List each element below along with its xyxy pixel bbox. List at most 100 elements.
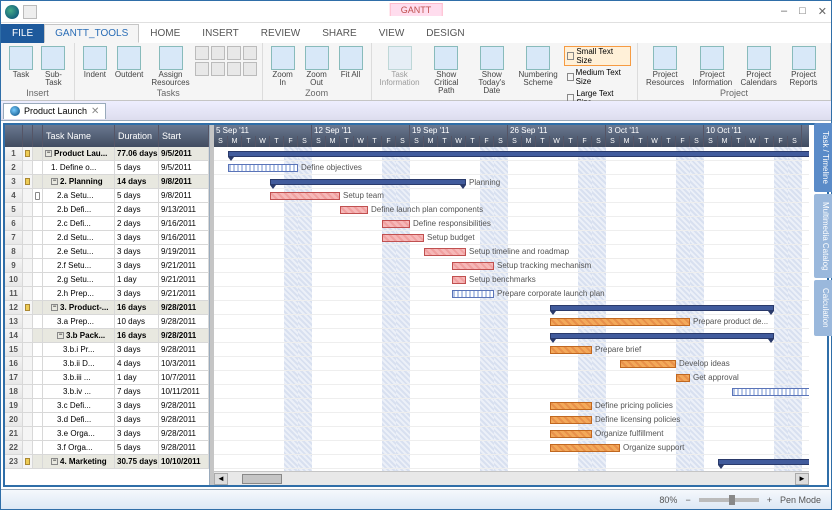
maximize-button[interactable]: □ bbox=[799, 5, 806, 18]
zoom-out-button[interactable]: Zoom Out bbox=[299, 45, 335, 88]
scroll-right-button[interactable]: ► bbox=[795, 473, 809, 485]
grid-row[interactable]: 62.c Defi...2 days9/16/2011 bbox=[5, 217, 209, 231]
task-button[interactable]: Task bbox=[5, 45, 37, 80]
close-button[interactable]: ✕ bbox=[818, 5, 827, 18]
gantt-bar[interactable]: Develop ideas bbox=[620, 360, 676, 368]
project-info-button[interactable]: Project Information bbox=[688, 45, 736, 88]
gantt-bar[interactable] bbox=[228, 151, 809, 157]
collapse-toggle[interactable]: − bbox=[45, 150, 52, 157]
side-tab-multimedia-catalog[interactable]: Multimedia Catalog bbox=[814, 194, 832, 278]
zoom-in-button[interactable]: + bbox=[767, 495, 772, 505]
grid-row[interactable]: 52.b Defi...2 days9/13/2011 bbox=[5, 203, 209, 217]
grid-row[interactable]: 112.h Prep...3 days9/21/2011 bbox=[5, 287, 209, 301]
tab-share[interactable]: SHARE bbox=[311, 24, 367, 43]
grid-row[interactable]: 133.a Prep...10 days9/28/2011 bbox=[5, 315, 209, 329]
subtask-button[interactable]: Sub-Task bbox=[37, 45, 70, 88]
pen-mode-button[interactable]: Pen Mode bbox=[780, 495, 821, 505]
tab-review[interactable]: REVIEW bbox=[250, 24, 311, 43]
gantt-bar[interactable]: Prepare brief bbox=[550, 346, 592, 354]
grid-row[interactable]: 223.f Orga...5 days9/28/2011 bbox=[5, 441, 209, 455]
grid-row[interactable]: 1−Product Lau...77.06 days9/5/2011 bbox=[5, 147, 209, 161]
col-duration[interactable]: Duration bbox=[115, 125, 159, 147]
grid-row[interactable]: 173.b.iii ...1 day10/7/2011 bbox=[5, 371, 209, 385]
grid-row[interactable]: 42.a Setu...5 days9/8/2011 bbox=[5, 189, 209, 203]
indent-button[interactable]: Indent bbox=[79, 45, 111, 80]
task-info-button[interactable]: Task Information bbox=[376, 45, 424, 88]
mini-btn[interactable] bbox=[211, 62, 225, 76]
grid-row[interactable]: 92.f Setu...3 days9/21/2011 bbox=[5, 259, 209, 273]
gantt-bar[interactable]: Define launch plan components bbox=[340, 206, 368, 214]
grid-row[interactable]: 183.b.iv ...7 days10/11/2011 bbox=[5, 385, 209, 399]
mini-btn[interactable] bbox=[195, 62, 209, 76]
project-resources-button[interactable]: Project Resources bbox=[642, 45, 688, 88]
tab-file[interactable]: FILE bbox=[1, 24, 44, 43]
grid-row[interactable]: 213.e Orga...3 days9/28/2011 bbox=[5, 427, 209, 441]
scroll-left-button[interactable]: ◄ bbox=[214, 473, 228, 485]
mini-btn[interactable] bbox=[227, 46, 241, 60]
grid-row[interactable]: 21. Define o...5 days9/5/2011 bbox=[5, 161, 209, 175]
critical-path-button[interactable]: Show Critical Path bbox=[424, 45, 469, 96]
gantt-bar[interactable]: Define objectives bbox=[228, 164, 298, 172]
mini-btn[interactable] bbox=[243, 62, 257, 76]
assign-resources-button[interactable]: Assign Resources bbox=[147, 45, 193, 88]
grid-row[interactable]: 23−4. Marketing30.75 days10/10/2011 bbox=[5, 455, 209, 469]
fit-all-button[interactable]: Fit All bbox=[335, 45, 367, 80]
gantt-bar[interactable] bbox=[732, 388, 809, 396]
outdent-button[interactable]: Outdent bbox=[111, 45, 147, 80]
tab-home[interactable]: HOME bbox=[139, 24, 191, 43]
project-reports-button[interactable]: Project Reports bbox=[781, 45, 826, 88]
grid-row[interactable]: 163.b.ii D...4 days10/3/2011 bbox=[5, 357, 209, 371]
gantt-bar[interactable]: Organize support bbox=[550, 444, 620, 452]
col-task-name[interactable]: Task Name bbox=[43, 125, 115, 147]
tab-gantt-tools[interactable]: GANTT_TOOLS bbox=[44, 24, 139, 43]
gantt-bar[interactable] bbox=[718, 459, 809, 465]
col-start[interactable]: Start bbox=[159, 125, 209, 147]
chart-scrollbar[interactable]: ◄ ► bbox=[214, 471, 809, 485]
gantt-bar[interactable]: Prepare product de... bbox=[550, 318, 690, 326]
gantt-bar[interactable]: Setup benchmarks bbox=[452, 276, 466, 284]
mini-btn[interactable] bbox=[195, 46, 209, 60]
medium-text-option[interactable]: Medium Text Size bbox=[564, 67, 631, 87]
grid-row[interactable]: 12−3. Product-...16 days9/28/2011 bbox=[5, 301, 209, 315]
mini-btn[interactable] bbox=[227, 62, 241, 76]
today-button[interactable]: Show Today's Date bbox=[469, 45, 514, 96]
gantt-bar[interactable]: Planning bbox=[270, 179, 466, 185]
grid-row[interactable]: 72.d Setu...3 days9/16/2011 bbox=[5, 231, 209, 245]
grid-row[interactable]: 153.b.i Pr...3 days9/28/2011 bbox=[5, 343, 209, 357]
gantt-bar[interactable]: Define licensing policies bbox=[550, 416, 592, 424]
gantt-bar[interactable]: Setup timeline and roadmap bbox=[424, 248, 466, 256]
zoom-slider[interactable] bbox=[699, 498, 759, 502]
side-tab-calculation[interactable]: Calculation bbox=[814, 280, 832, 336]
gantt-bar[interactable] bbox=[550, 333, 774, 339]
scroll-thumb[interactable] bbox=[242, 474, 282, 484]
gantt-bar[interactable]: Define responsibilities bbox=[382, 220, 410, 228]
zoom-out-button[interactable]: − bbox=[685, 495, 690, 505]
numbering-scheme-button[interactable]: Numbering Scheme bbox=[515, 45, 562, 88]
doc-indicator-icon[interactable] bbox=[23, 5, 37, 19]
gantt-bar[interactable]: Organize fulfillment bbox=[550, 430, 592, 438]
gantt-bar[interactable]: Define pricing policies bbox=[550, 402, 592, 410]
minimize-button[interactable]: ‒ bbox=[781, 5, 787, 18]
gantt-bar[interactable]: Prepare corporate launch plan bbox=[452, 290, 494, 298]
gantt-bar[interactable]: Get approval bbox=[676, 374, 690, 382]
document-tab-active[interactable]: Product Launch ✕ bbox=[3, 103, 106, 119]
collapse-toggle[interactable]: − bbox=[51, 304, 58, 311]
zoom-in-button[interactable]: Zoom In bbox=[267, 45, 299, 88]
gantt-bar[interactable] bbox=[550, 305, 774, 311]
grid-row[interactable]: 3−2. Planning14 days9/8/2011 bbox=[5, 175, 209, 189]
project-calendars-button[interactable]: Project Calendars bbox=[736, 45, 781, 88]
collapse-toggle[interactable]: − bbox=[51, 178, 58, 185]
side-tab-task-timeline[interactable]: Task / Timeline bbox=[814, 123, 832, 192]
tab-view[interactable]: VIEW bbox=[368, 24, 416, 43]
gantt-bar[interactable]: Setup budget bbox=[382, 234, 424, 242]
grid-row[interactable]: 14−3.b Pack...16 days9/28/2011 bbox=[5, 329, 209, 343]
gantt-bar[interactable]: Setup team bbox=[270, 192, 340, 200]
tab-insert[interactable]: INSERT bbox=[191, 24, 250, 43]
collapse-toggle[interactable]: − bbox=[57, 332, 64, 339]
grid-row[interactable]: 82.e Setu...3 days9/19/2011 bbox=[5, 245, 209, 259]
collapse-toggle[interactable]: − bbox=[51, 458, 58, 465]
tab-design[interactable]: DESIGN bbox=[415, 24, 475, 43]
small-text-option[interactable]: Small Text Size bbox=[564, 46, 631, 66]
grid-row[interactable]: 203.d Defi...3 days9/28/2011 bbox=[5, 413, 209, 427]
grid-row[interactable]: 102.g Setu...1 day9/21/2011 bbox=[5, 273, 209, 287]
